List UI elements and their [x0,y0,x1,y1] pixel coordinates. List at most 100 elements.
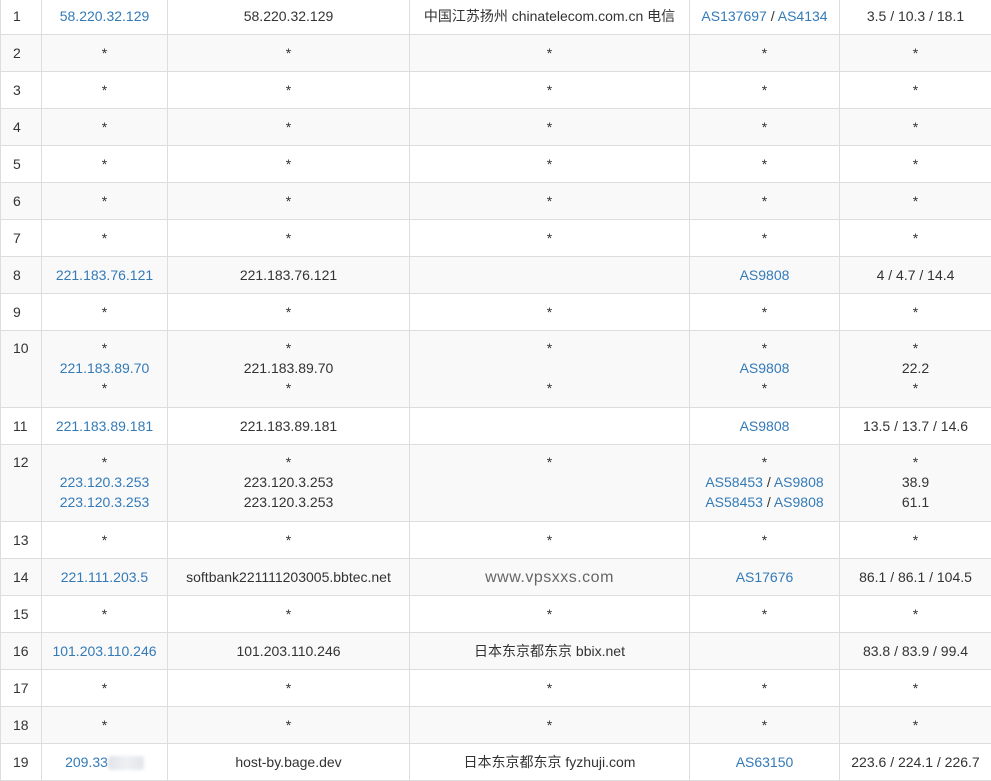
asn-link[interactable]: AS9808 [740,267,790,283]
no-response-mark: * [102,82,107,98]
asn-link[interactable]: AS4134 [778,8,828,24]
asn-link[interactable]: AS58453 [705,494,763,510]
ip-cell: * [42,522,168,559]
ip-link[interactable]: 221.183.89.70 [60,360,150,376]
latency-text: 13.5 / 13.7 / 14.6 [863,418,968,434]
hostname-cell: * [168,109,410,146]
location-cell [410,257,690,294]
hostname-cell: * [168,35,410,72]
ip-link[interactable]: 223.120.3.253 [60,494,150,510]
asn-link[interactable]: AS63150 [736,754,794,770]
table-row: 1 58.220.32.129 58.220.32.129 中国江苏扬州 chinat… [1,0,991,35]
ip-cell: 101.203.110.246 [42,633,168,670]
asn-cell: * [690,72,840,109]
hop-number: 17 [1,670,42,707]
asn-link[interactable]: AS58453 [705,474,763,490]
ip-cell: * [42,109,168,146]
no-response-mark: * [762,193,767,209]
hop-number: 4 [1,109,42,146]
table-row: 8221.183.76.121221.183.76.121AS98084 / 4… [1,257,991,294]
no-response-mark: * [913,156,918,172]
no-response-mark: * [762,680,767,696]
hostname-cell: 58.220.32.129 [168,0,410,35]
no-response-mark: * [547,304,552,320]
no-response-mark: * [547,717,552,733]
asn-link[interactable]: AS9808 [740,360,790,376]
ip-cell: * [42,596,168,633]
no-response-mark: * [547,119,552,135]
hop-number: 1 [1,0,42,35]
ip-link[interactable]: 58.220.32.129 [60,8,150,24]
latency-cell: * [840,72,991,109]
location-cell: www.vpsxxs.com [410,559,690,596]
location-cell: * [410,294,690,331]
ip-link[interactable]: 221.111.203.5 [61,569,148,585]
no-response-mark: * [547,380,552,396]
ip-link[interactable]: 223.120.3.253 [60,474,150,490]
no-response-mark: * [102,156,107,172]
asn-cell: * [690,294,840,331]
ip-cell: * [42,183,168,220]
latency-cell: * [840,109,991,146]
asn-link[interactable]: AS17676 [736,569,794,585]
no-response-mark: * [102,45,107,61]
asn-cell: AS137697 / AS4134 [690,0,840,35]
latency-cell: *38.961.1 [840,445,991,522]
hostname-text: 223.120.3.253 [244,494,334,510]
hostname-text: 221.183.76.121 [240,267,337,283]
location-cell: * [410,146,690,183]
no-response-mark: * [286,680,291,696]
ip-link[interactable]: 221.183.76.121 [56,267,153,283]
no-response-mark: * [102,380,107,396]
latency-cell: * [840,294,991,331]
asn-link[interactable]: AS9808 [774,494,824,510]
hostname-cell: * [168,670,410,707]
latency-cell: 13.5 / 13.7 / 14.6 [840,408,991,445]
hostname-text: 58.220.32.129 [244,8,334,24]
location-cell: 日本东京都东京 fyzhuji.com [410,744,690,781]
location-cell: 中国江苏扬州 chinatelecom.com.cn 电信 [410,0,690,35]
no-response-mark: * [913,680,918,696]
ip-link[interactable]: 221.183.89.181 [56,418,153,434]
ip-link[interactable]: 209.33 [65,754,108,770]
no-response-mark: * [762,380,767,396]
asn-link[interactable]: AS137697 [701,8,766,24]
table-row: 14221.111.203.5softbank221111203005.bbte… [1,559,991,596]
latency-cell: * [840,522,991,559]
hop-number: 8 [1,257,42,294]
ip-link[interactable]: 101.203.110.246 [52,643,156,659]
traceroute-table: 1 58.220.32.129 58.220.32.129 中国江苏扬州 chinat… [0,0,991,781]
no-response-mark: * [286,606,291,622]
asn-cell: * [690,596,840,633]
cell-line: 223.120.3.253 [174,492,403,512]
no-response-mark: * [547,193,552,209]
table-row: 12*223.120.3.253223.120.3.253*223.120.3.… [1,445,991,522]
latency-cell: 3.5 / 10.3 / 18.1 [840,0,991,35]
asn-separator: / [763,474,774,490]
latency-cell: * [840,670,991,707]
no-response-mark: * [286,340,291,356]
no-response-mark: * [102,193,107,209]
location-cell: * [410,707,690,744]
cell-line: * [696,378,833,398]
asn-separator: / [767,8,778,24]
asn-link[interactable]: AS9808 [774,474,824,490]
latency-cell: * [840,146,991,183]
cell-line: * [48,378,161,398]
asn-cell: * [690,522,840,559]
asn-cell: * [690,220,840,257]
latency-text: 22.2 [902,360,929,376]
asn-cell: * [690,707,840,744]
table-row: 16101.203.110.246101.203.110.246日本东京都东京 … [1,633,991,670]
table-row: 15***** [1,596,991,633]
no-response-mark: * [913,380,918,396]
hostname-text: softbank221111203005.bbtec.net [186,569,391,585]
hostname-text: 221.183.89.70 [244,360,334,376]
redacted-ip-part [108,756,144,770]
table-row: 9***** [1,294,991,331]
latency-text: 83.8 / 83.9 / 99.4 [863,643,968,659]
no-response-mark: * [102,717,107,733]
no-response-mark: * [547,532,552,548]
asn-link[interactable]: AS9808 [740,418,790,434]
hop-number: 3 [1,72,42,109]
